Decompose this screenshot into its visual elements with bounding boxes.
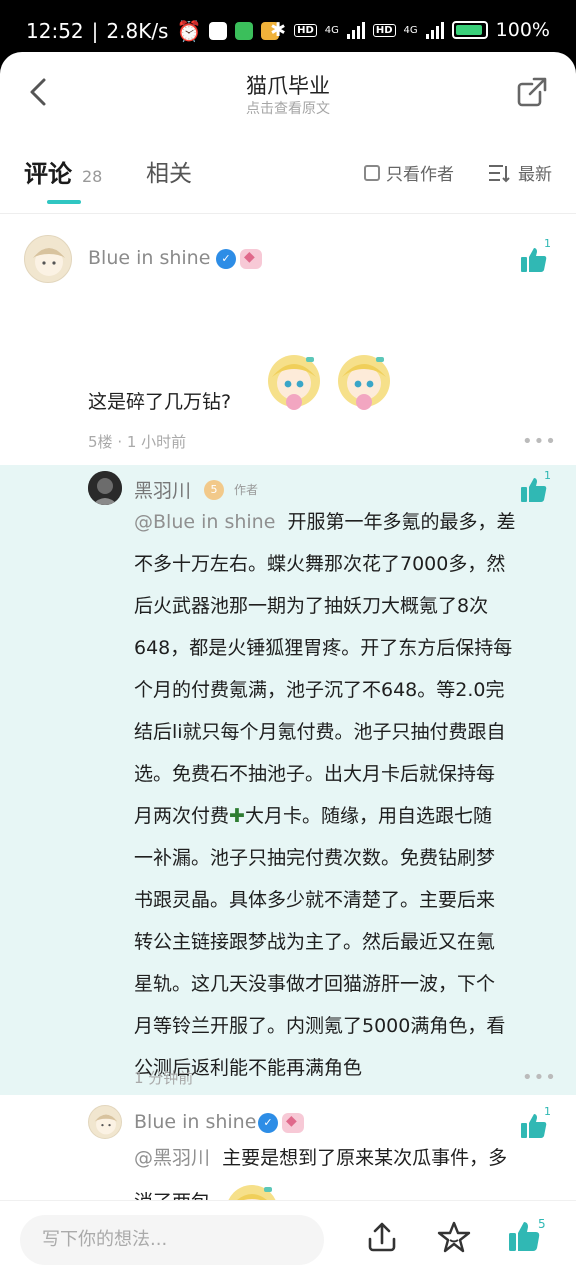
reply-text-line: 月两次付费✚大月卡。随缘，用自选跟七随: [134, 799, 492, 834]
comment-input[interactable]: 写下你的想法...: [20, 1215, 324, 1265]
more-options-icon[interactable]: •••: [522, 1067, 557, 1088]
plus-emoji-icon: ✚: [229, 805, 245, 827]
reply-text-line: 星轨。这几天没事做才回猫游肝一波，下个: [134, 973, 496, 995]
avatar-image: [88, 471, 122, 505]
bluetooth-icon: ✱: [270, 19, 287, 41]
signal-icon-2: [425, 21, 444, 39]
gem-badge-icon: [240, 249, 262, 269]
sort-label: 最新: [518, 165, 552, 185]
tab-bar: 评论 28 相关 只看作者 最新: [0, 142, 576, 214]
reply-line: @Blue in shine 开服第一年多氪的最多，差: [134, 505, 516, 540]
reply-text-line: 开服第一年多氪的最多，差: [287, 511, 516, 533]
alarm-icon: ⏰: [176, 19, 202, 43]
wechat-icon: [235, 22, 254, 40]
mention-link[interactable]: @黑羽川: [134, 1147, 210, 1169]
reply-text-line: 月等铃兰开服了。内测氪了5000满角色，看: [134, 1015, 506, 1037]
anime-girl-sticker: [268, 355, 320, 410]
verified-badge-icon: ✓: [216, 249, 236, 269]
header: 猫爪毕业 点击查看原文: [0, 52, 576, 142]
anime-girl-sticker-2: [338, 355, 390, 410]
reply-username[interactable]: Blue in shine: [134, 1111, 256, 1133]
reply-text-line: 结后li就只每个月氪付费。池子只抽付费跟自: [134, 721, 506, 743]
reply-text: 主要是想到了原来某次瓜事件，多: [222, 1147, 508, 1169]
level-badge-icon: 5: [204, 480, 224, 500]
mention-link[interactable]: @Blue in shine: [134, 511, 275, 533]
reply-item-author: 黑羽川 5 作者 1 @Blue in shine 开服第一年多氪的最多，差 不…: [0, 465, 576, 1095]
like-count: 1: [544, 237, 551, 250]
favorite-star-icon[interactable]: [436, 1219, 472, 1255]
active-tab-indicator: [47, 200, 81, 204]
avatar[interactable]: [88, 471, 122, 505]
status-time: 12:52: [26, 19, 84, 43]
upload-share-icon[interactable]: [364, 1219, 400, 1255]
page-title[interactable]: 猫爪毕业: [0, 70, 576, 100]
reply-text-line: 选。免费石不抽池子。出大月卡后就保持每: [134, 763, 496, 785]
network-type: 4G: [324, 24, 339, 36]
avatar[interactable]: [24, 235, 72, 283]
status-divider: |: [91, 19, 99, 43]
checkbox-icon[interactable]: [364, 164, 380, 181]
comment-meta: 5楼 · 1 小时前: [88, 431, 186, 452]
like-count: 1: [544, 1105, 551, 1118]
comment-username[interactable]: Blue in shine: [88, 247, 210, 269]
avatar-image: [94, 1114, 118, 1135]
like-thumb-icon[interactable]: [506, 1219, 542, 1255]
status-left: 12:52 | 2.8K/s ⏰: [26, 19, 280, 43]
battery-icon: [451, 21, 488, 39]
hd-icon-2: HD: [372, 23, 396, 37]
reply-username[interactable]: 黑羽川: [134, 476, 191, 503]
signal-icon: [346, 21, 365, 39]
comment-list: Blue in shine ✓ 1 这是碎了几万钻? 5楼 ·: [0, 215, 576, 1200]
reply-text-line: 一补漏。池子只抽完付费次数。免费钻刷梦: [134, 847, 496, 869]
status-net-speed: 2.8K/s: [106, 19, 169, 43]
like-count: 1: [544, 469, 551, 482]
only-author-label: 只看作者: [386, 165, 454, 185]
reply-text-line: 转公主链接跟梦战为主了。然后最近又在氪: [134, 931, 496, 953]
only-author-toggle[interactable]: 只看作者: [364, 160, 454, 185]
video-app-icon: [209, 22, 228, 40]
share-icon[interactable]: [514, 74, 550, 110]
tab-comments-count: 28: [82, 167, 103, 186]
floor-number: 5楼: [88, 433, 113, 451]
anime-girl-sticker: [228, 1185, 276, 1200]
reply-text-fragment: 大月卡。随缘，用自选跟七随: [244, 805, 492, 827]
view-original-link[interactable]: 点击查看原文: [0, 98, 576, 118]
comment-time: 1 小时前: [126, 433, 187, 451]
status-right: ✱ HD 4G HD 4G 100%: [270, 19, 550, 41]
reply-text-line: 书跟灵晶。具体多少就不清楚了。主要后来: [134, 889, 496, 911]
comment-text: 这是碎了几万钻?: [88, 391, 232, 413]
reply-text-line: 个月的付费氪满，池子沉了不648。等2.0完: [134, 679, 505, 701]
comment-sheet: 猫爪毕业 点击查看原文 评论 28 相关 只看作者 最新 Blue in shi…: [0, 52, 576, 1280]
avatar[interactable]: [88, 1105, 122, 1139]
reply-text-cut: 消了两包: [134, 1185, 210, 1200]
reply-text-line: 648，都是火锤狐狸胃疼。开了东方后保持每: [134, 637, 513, 659]
reply-line: @黑羽川 主要是想到了原来某次瓜事件，多: [134, 1141, 507, 1176]
like-count: 5: [538, 1217, 546, 1231]
gem-badge-icon: [282, 1113, 304, 1133]
tab-related[interactable]: 相关: [146, 154, 192, 188]
sort-button[interactable]: 最新: [488, 160, 552, 185]
verified-badge-icon: ✓: [258, 1113, 278, 1133]
reply-text-line: 不多十万左右。蝶火舞那次花了7000多，然: [134, 553, 506, 575]
tab-comments[interactable]: 评论 28: [24, 154, 102, 189]
battery-percent: 100%: [495, 19, 550, 41]
bottom-action-bar: 写下你的想法... 5: [0, 1200, 576, 1280]
network-type-2: 4G: [403, 24, 418, 36]
avatar-image: [33, 248, 65, 276]
meta-dot: ·: [117, 433, 127, 451]
reply-text-fragment: 月两次付费: [134, 805, 230, 827]
author-tag: 作者: [234, 483, 259, 497]
more-options-icon[interactable]: •••: [522, 431, 557, 452]
hd-icon: HD: [294, 23, 317, 37]
reply-text-line: 后火武器池那一期为了抽妖刀大概氪了8次: [134, 595, 489, 617]
sort-icon: [489, 164, 510, 182]
reply-time: 1 分钟前: [134, 1069, 194, 1087]
tab-comments-label: 评论: [24, 160, 72, 188]
